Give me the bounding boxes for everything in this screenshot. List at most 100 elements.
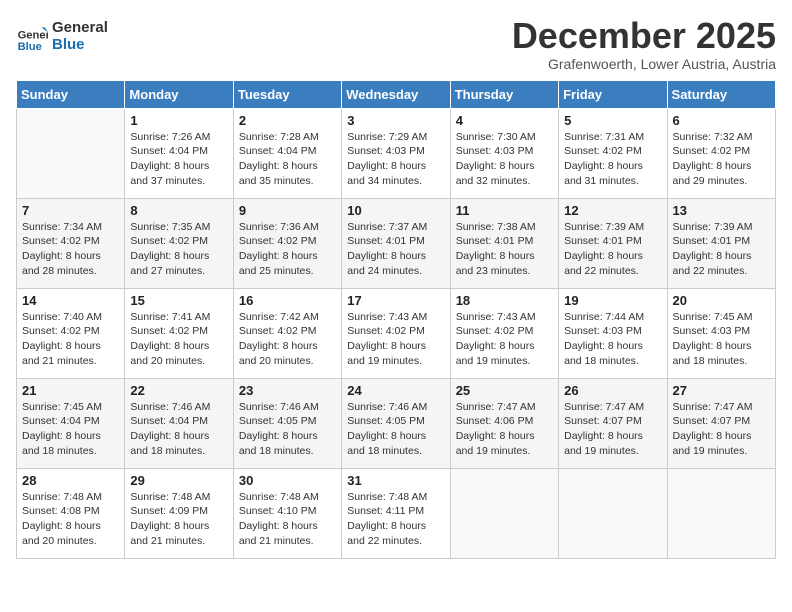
col-header-tuesday: Tuesday: [233, 80, 341, 108]
logo-text-line1: General: [52, 20, 108, 37]
day-info: Sunrise: 7:29 AMSunset: 4:03 PMDaylight:…: [347, 130, 444, 189]
day-number: 4: [456, 113, 553, 128]
day-number: 2: [239, 113, 336, 128]
calendar-header-row: SundayMondayTuesdayWednesdayThursdayFrid…: [17, 80, 776, 108]
calendar-cell: 4 Sunrise: 7:30 AMSunset: 4:03 PMDaylight…: [450, 108, 558, 198]
day-number: 7: [22, 203, 119, 218]
calendar-cell: [667, 468, 775, 558]
day-number: 9: [239, 203, 336, 218]
day-info: Sunrise: 7:48 AMSunset: 4:10 PMDaylight:…: [239, 490, 336, 549]
calendar-cell: 27Sunrise: 7:47 AMSunset: 4:07 PMDayligh…: [667, 378, 775, 468]
day-info: Sunrise: 7:46 AMSunset: 4:05 PMDaylight:…: [347, 400, 444, 459]
day-number: 13: [673, 203, 770, 218]
day-info: Sunrise: 7:31 AMSunset: 4:02 PMDaylight:…: [564, 130, 661, 189]
day-number: 15: [130, 293, 227, 308]
calendar-cell: 23 Sunrise: 7:46 AMSunset: 4:05 PMDayligh…: [233, 378, 341, 468]
svg-text:General: General: [18, 29, 48, 41]
day-info: Sunrise: 7:32 AMSunset: 4:02 PMDaylight:…: [673, 130, 770, 189]
day-number: 20: [673, 293, 770, 308]
day-number: 1: [130, 113, 227, 128]
day-number: 26: [564, 383, 661, 398]
day-info: Sunrise: 7:41 AMSunset: 4:02 PMDaylight:…: [130, 310, 227, 369]
day-info: Sunrise: 7:35 AMSunset: 4:02 PMDaylight:…: [130, 220, 227, 279]
day-info: Sunrise: 7:40 AMSunset: 4:02 PMDaylight:…: [22, 310, 119, 369]
month-title: December 2025: [512, 16, 776, 56]
page-header: General Blue General Blue December 2025 …: [16, 16, 776, 72]
day-info: Sunrise: 7:34 AMSunset: 4:02 PMDaylight:…: [22, 220, 119, 279]
col-header-monday: Monday: [125, 80, 233, 108]
calendar-week-row: 14Sunrise: 7:40 AMSunset: 4:02 PMDayligh…: [17, 288, 776, 378]
calendar-cell: 15 Sunrise: 7:41 AMSunset: 4:02 PMDayligh…: [125, 288, 233, 378]
calendar-cell: 17Sunrise: 7:43 AMSunset: 4:02 PMDayligh…: [342, 288, 450, 378]
logo-icon: General Blue: [16, 21, 48, 53]
day-number: 29: [130, 473, 227, 488]
day-number: 27: [673, 383, 770, 398]
day-number: 3: [347, 113, 444, 128]
calendar-cell: 11 Sunrise: 7:38 AMSunset: 4:01 PMDayligh…: [450, 198, 558, 288]
calendar-cell: 14Sunrise: 7:40 AMSunset: 4:02 PMDayligh…: [17, 288, 125, 378]
calendar-cell: 10 Sunrise: 7:37 AMSunset: 4:01 PMDayligh…: [342, 198, 450, 288]
day-number: 30: [239, 473, 336, 488]
day-number: 11: [456, 203, 553, 218]
day-number: 22: [130, 383, 227, 398]
calendar-cell: 3 Sunrise: 7:29 AMSunset: 4:03 PMDaylight…: [342, 108, 450, 198]
calendar-cell: 1Sunrise: 7:26 AMSunset: 4:04 PMDaylight…: [125, 108, 233, 198]
day-number: 31: [347, 473, 444, 488]
day-number: 17: [347, 293, 444, 308]
calendar-cell: 6 Sunrise: 7:32 AMSunset: 4:02 PMDaylight…: [667, 108, 775, 198]
calendar-cell: 7 Sunrise: 7:34 AMSunset: 4:02 PMDaylight…: [17, 198, 125, 288]
day-number: 12: [564, 203, 661, 218]
day-number: 10: [347, 203, 444, 218]
calendar-cell: 24Sunrise: 7:46 AMSunset: 4:05 PMDayligh…: [342, 378, 450, 468]
calendar-cell: [559, 468, 667, 558]
calendar-cell: 30 Sunrise: 7:48 AMSunset: 4:10 PMDayligh…: [233, 468, 341, 558]
day-number: 6: [673, 113, 770, 128]
title-block: December 2025 Grafenwoerth, Lower Austri…: [512, 16, 776, 72]
calendar-cell: 12 Sunrise: 7:39 AMSunset: 4:01 PMDayligh…: [559, 198, 667, 288]
location-subtitle: Grafenwoerth, Lower Austria, Austria: [512, 56, 776, 72]
day-info: Sunrise: 7:38 AMSunset: 4:01 PMDaylight:…: [456, 220, 553, 279]
day-info: Sunrise: 7:30 AMSunset: 4:03 PMDaylight:…: [456, 130, 553, 189]
calendar-cell: 28 Sunrise: 7:48 AMSunset: 4:08 PMDayligh…: [17, 468, 125, 558]
col-header-wednesday: Wednesday: [342, 80, 450, 108]
calendar-cell: 22 Sunrise: 7:46 AMSunset: 4:04 PMDayligh…: [125, 378, 233, 468]
calendar-cell: 8 Sunrise: 7:35 AMSunset: 4:02 PMDaylight…: [125, 198, 233, 288]
calendar-cell: [17, 108, 125, 198]
day-info: Sunrise: 7:39 AMSunset: 4:01 PMDaylight:…: [564, 220, 661, 279]
calendar-week-row: 21Sunrise: 7:45 AMSunset: 4:04 PMDayligh…: [17, 378, 776, 468]
day-number: 5: [564, 113, 661, 128]
calendar-week-row: 7 Sunrise: 7:34 AMSunset: 4:02 PMDaylight…: [17, 198, 776, 288]
calendar-cell: 13Sunrise: 7:39 AMSunset: 4:01 PMDayligh…: [667, 198, 775, 288]
day-number: 8: [130, 203, 227, 218]
calendar-cell: 16 Sunrise: 7:42 AMSunset: 4:02 PMDayligh…: [233, 288, 341, 378]
day-info: Sunrise: 7:48 AMSunset: 4:09 PMDaylight:…: [130, 490, 227, 549]
col-header-friday: Friday: [559, 80, 667, 108]
calendar-cell: 2Sunrise: 7:28 AMSunset: 4:04 PMDaylight…: [233, 108, 341, 198]
day-info: Sunrise: 7:36 AMSunset: 4:02 PMDaylight:…: [239, 220, 336, 279]
day-info: Sunrise: 7:44 AMSunset: 4:03 PMDaylight:…: [564, 310, 661, 369]
logo-text-line2: Blue: [52, 37, 108, 54]
day-info: Sunrise: 7:46 AMSunset: 4:04 PMDaylight:…: [130, 400, 227, 459]
calendar-week-row: 1Sunrise: 7:26 AMSunset: 4:04 PMDaylight…: [17, 108, 776, 198]
day-number: 28: [22, 473, 119, 488]
day-number: 19: [564, 293, 661, 308]
calendar-cell: 21Sunrise: 7:45 AMSunset: 4:04 PMDayligh…: [17, 378, 125, 468]
day-number: 16: [239, 293, 336, 308]
day-info: Sunrise: 7:37 AMSunset: 4:01 PMDaylight:…: [347, 220, 444, 279]
day-info: Sunrise: 7:48 AMSunset: 4:08 PMDaylight:…: [22, 490, 119, 549]
day-number: 23: [239, 383, 336, 398]
calendar-cell: [450, 468, 558, 558]
calendar-cell: 5 Sunrise: 7:31 AMSunset: 4:02 PMDaylight…: [559, 108, 667, 198]
calendar-table: SundayMondayTuesdayWednesdayThursdayFrid…: [16, 80, 776, 559]
logo: General Blue General Blue: [16, 20, 108, 53]
calendar-cell: 26Sunrise: 7:47 AMSunset: 4:07 PMDayligh…: [559, 378, 667, 468]
day-info: Sunrise: 7:46 AMSunset: 4:05 PMDaylight:…: [239, 400, 336, 459]
col-header-thursday: Thursday: [450, 80, 558, 108]
calendar-cell: 29 Sunrise: 7:48 AMSunset: 4:09 PMDayligh…: [125, 468, 233, 558]
calendar-cell: 18Sunrise: 7:43 AMSunset: 4:02 PMDayligh…: [450, 288, 558, 378]
calendar-cell: 9 Sunrise: 7:36 AMSunset: 4:02 PMDaylight…: [233, 198, 341, 288]
day-number: 25: [456, 383, 553, 398]
day-info: Sunrise: 7:42 AMSunset: 4:02 PMDaylight:…: [239, 310, 336, 369]
calendar-cell: 31Sunrise: 7:48 AMSunset: 4:11 PMDayligh…: [342, 468, 450, 558]
col-header-saturday: Saturday: [667, 80, 775, 108]
